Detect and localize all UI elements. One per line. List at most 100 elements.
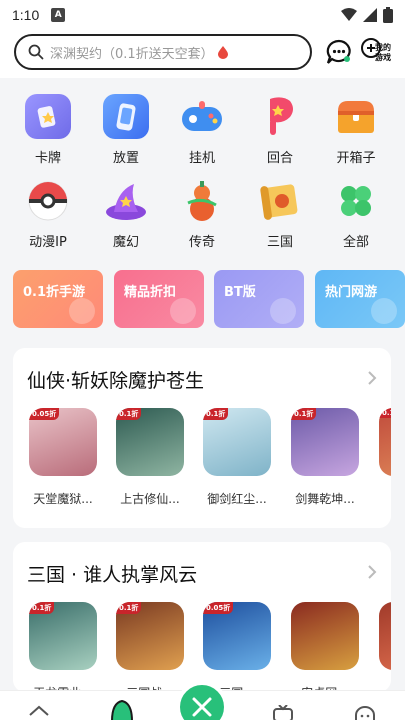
- category-three-kingdoms[interactable]: 三国: [242, 178, 318, 250]
- bottom-nav: [0, 681, 405, 720]
- category-label: 挂机: [188, 151, 215, 166]
- game-icon[interactable]: [108, 699, 136, 720]
- category-label: 回合: [266, 151, 293, 166]
- search-bar[interactable]: 深渊契约（0.1折送天空套）: [14, 34, 312, 70]
- message-button[interactable]: [326, 39, 352, 65]
- category-anime-ip[interactable]: 动漫IP: [10, 178, 86, 250]
- category-label: 开箱子: [336, 151, 376, 166]
- game-item[interactable]: 0.1 九: [377, 408, 391, 507]
- tools-icon: [192, 697, 212, 717]
- category-label: 传奇: [188, 235, 215, 250]
- search-placeholder: 深渊契约（0.1折送天空套）: [50, 46, 214, 62]
- category-idle[interactable]: 放置: [88, 94, 164, 166]
- status-bar: 1:10 A: [0, 0, 405, 30]
- banner-bt-version[interactable]: BT版: [214, 270, 304, 328]
- game-item[interactable]: 0.1折 御剑红尘...: [201, 408, 273, 507]
- category-label: 放置: [112, 151, 139, 166]
- game-item[interactable]: 安卓网...: [289, 602, 361, 692]
- category-all[interactable]: 全部: [318, 178, 394, 250]
- discount-badge: 0.05折: [203, 602, 234, 614]
- banner-decoration: [170, 298, 196, 324]
- discount-badge: 0.1折: [116, 602, 142, 614]
- game-name: 九: [377, 490, 391, 507]
- discount-badge: 0.1: [379, 408, 391, 418]
- gourd-icon: [179, 178, 225, 223]
- chat-icon[interactable]: [354, 705, 376, 720]
- header: 深渊契约（0.1折送天空套） 我的游戏: [0, 30, 405, 78]
- game-name: 剑舞乾坤...: [295, 492, 355, 506]
- banner-row: 0.1折手游 精品折扣 BT版 热门网游: [13, 270, 405, 328]
- section-three-kingdoms: 三国 · 谁人执掌风云 0.1折 天龙霸业... 0.1折 三国战... 0.0…: [13, 542, 391, 692]
- notification-icon: A: [51, 8, 66, 22]
- wifi-icon: [341, 8, 357, 21]
- game-name: 御剑红尘...: [207, 492, 267, 506]
- gamepad-icon: [179, 94, 225, 139]
- discount-badge: 0.1折: [291, 408, 317, 420]
- game-icon: [291, 602, 359, 670]
- game-icon: 0.1折: [291, 408, 359, 476]
- game-name: 上古修仙...: [120, 492, 180, 506]
- phone-icon: [103, 94, 149, 139]
- game-item[interactable]: 0.1折 剑舞乾坤...: [289, 408, 361, 507]
- section-xianxia: 仙侠·斩妖除魔护苍生 0.05折 天堂魔狱... 0.1折 上古修仙... 0.…: [13, 348, 391, 528]
- game-item[interactable]: 0.05折 三国...: [201, 602, 273, 692]
- tv-icon[interactable]: [272, 705, 294, 720]
- my-game-label: 我的游戏: [375, 43, 391, 62]
- category-label: 全部: [342, 235, 369, 250]
- search-icon: [28, 44, 44, 60]
- game-icon: 0.1折: [116, 408, 184, 476]
- game-name: 天堂魔狱...: [33, 492, 93, 506]
- banner-label: 热门网游: [325, 285, 378, 300]
- banner-label: BT版: [224, 285, 256, 300]
- discount-badge: 0.1折: [116, 408, 142, 420]
- game-icon: 0.1: [379, 408, 391, 476]
- category-label: 动漫IP: [29, 235, 67, 250]
- game-icon: 0.1折: [203, 408, 271, 476]
- game-item[interactable]: 0.1折 三国战...: [114, 602, 186, 692]
- pokeball-icon: [25, 178, 71, 223]
- category-turn-based[interactable]: 回合: [242, 94, 318, 166]
- banner-premium-discount[interactable]: 精品折扣: [114, 270, 204, 328]
- game-icon: 0.05折: [29, 408, 97, 476]
- game-item[interactable]: 0.1折 上古修仙...: [114, 408, 186, 507]
- signal-icon: [363, 8, 377, 22]
- category-grid: 卡牌 放置 挂机 回合 开箱子 动漫IP 魔幻 传奇 三国 全部: [0, 78, 405, 258]
- category-legend[interactable]: 传奇: [164, 178, 240, 250]
- treasure-chest-icon: [333, 94, 379, 139]
- category-fantasy[interactable]: 魔幻: [88, 178, 164, 250]
- category-label: 三国: [266, 235, 293, 250]
- scroll-icon: [257, 178, 303, 223]
- category-label: 卡牌: [34, 151, 61, 166]
- category-card[interactable]: 卡牌: [10, 94, 86, 166]
- category-open-box[interactable]: 开箱子: [318, 94, 394, 166]
- chevron-right-icon[interactable]: [367, 564, 377, 580]
- game-item[interactable]: [377, 602, 391, 670]
- wizard-hat-icon: [103, 178, 149, 223]
- game-item[interactable]: 0.05折 天堂魔狱...: [27, 408, 99, 507]
- home-icon[interactable]: [28, 705, 50, 720]
- banner-decoration: [270, 298, 296, 324]
- status-time: 1:10: [12, 7, 40, 23]
- game-icon: 0.05折: [203, 602, 271, 670]
- banner-decoration: [371, 298, 397, 324]
- game-item[interactable]: 0.1折 天龙霸业...: [27, 602, 99, 692]
- flag-icon: [257, 94, 303, 139]
- clover-icon: [333, 178, 379, 223]
- status-icons: [341, 7, 393, 23]
- banner-label: 0.1折手游: [23, 285, 86, 300]
- banner-label: 精品折扣: [124, 285, 177, 300]
- discount-badge: 0.1折: [203, 408, 229, 420]
- flame-icon: [217, 45, 228, 59]
- banner-discount-01[interactable]: 0.1折手游: [13, 270, 103, 328]
- battery-icon: [383, 7, 393, 23]
- discount-badge: 0.1折: [29, 602, 55, 614]
- section-title: 三国 · 谁人执掌风云: [27, 564, 198, 586]
- banner-hot-online[interactable]: 热门网游: [315, 270, 405, 328]
- category-label: 魔幻: [112, 235, 139, 250]
- category-afk[interactable]: 挂机: [164, 94, 240, 166]
- discount-badge: 0.05折: [29, 408, 60, 420]
- banner-decoration: [69, 298, 95, 324]
- chevron-right-icon[interactable]: [367, 370, 377, 386]
- game-icon: 0.1折: [116, 602, 184, 670]
- card-icon: [25, 94, 71, 139]
